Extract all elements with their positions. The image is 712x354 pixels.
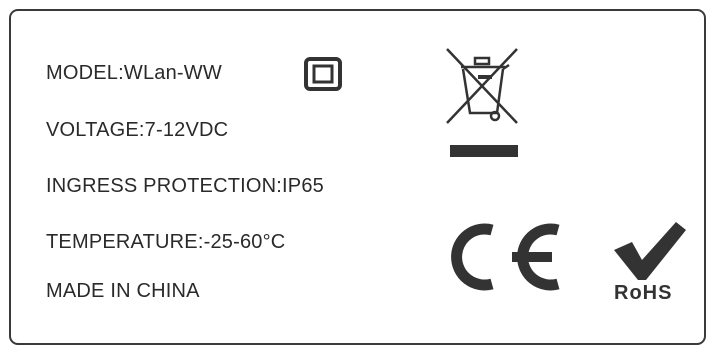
ce-mark-icon bbox=[451, 223, 560, 291]
ingress-protection-text: INGRESS PROTECTION:IP65 bbox=[46, 175, 324, 197]
made-in-text: MADE IN CHINA bbox=[46, 280, 200, 302]
temperature-text: TEMPERATURE:-25-60°C bbox=[46, 231, 286, 253]
model-text: MODEL:WLan-WW bbox=[46, 62, 222, 84]
voltage-text: VOLTAGE:7-12VDC bbox=[46, 119, 229, 141]
indoor-use-square-icon bbox=[304, 57, 342, 91]
rohs-label: RoHS bbox=[614, 282, 673, 304]
rohs-check-icon bbox=[614, 222, 686, 280]
crossed-out-wheelie-bin-icon bbox=[446, 48, 518, 157]
